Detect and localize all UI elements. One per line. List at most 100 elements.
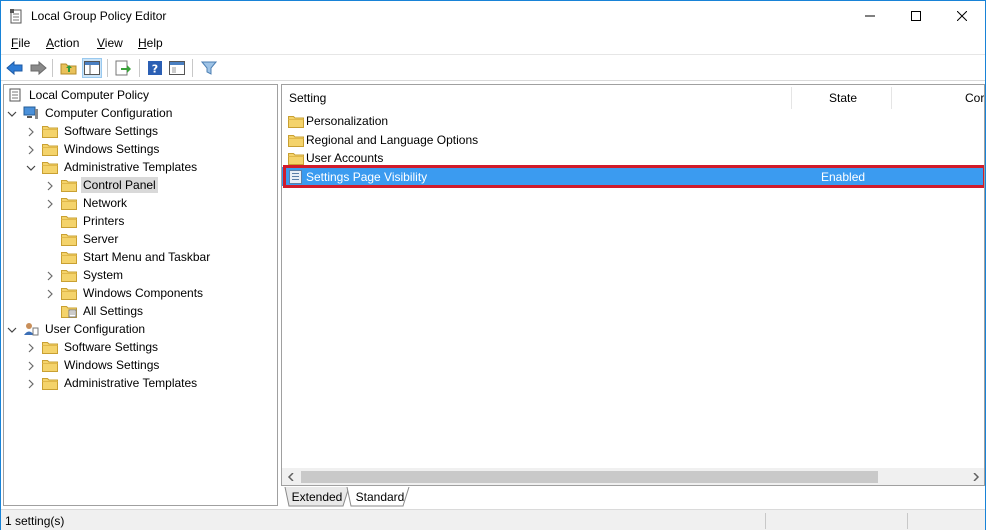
policy-setting-icon — [288, 169, 304, 184]
folder-icon — [288, 151, 304, 165]
tree-all-settings[interactable]: All Settings — [45, 302, 145, 320]
row-name: Settings Page Visibility — [306, 169, 428, 184]
chevron-right-icon[interactable] — [45, 270, 55, 281]
tree-cc-administrative-templates[interactable]: Administrative Templates — [26, 158, 199, 176]
folder-row[interactable]: Regional and Language Options — [282, 130, 782, 149]
tree-local-computer-policy[interactable]: Local Computer Policy — [7, 86, 151, 104]
tree-network[interactable]: Network — [45, 194, 129, 212]
maximize-icon — [911, 11, 921, 21]
toolbar-separator — [192, 59, 193, 77]
scrollbar-thumb[interactable] — [301, 471, 878, 483]
tree-uc-software-settings[interactable]: Software Settings — [26, 338, 160, 356]
minimize-button[interactable] — [847, 1, 893, 31]
tree-control-panel[interactable]: Control Panel — [45, 176, 158, 194]
scroll-left-arrow-icon[interactable] — [285, 471, 297, 483]
chevron-right-icon[interactable] — [26, 144, 36, 155]
help-icon: ? — [148, 61, 162, 76]
tree-item-label: User Configuration — [45, 322, 146, 336]
row-name: Personalization — [306, 113, 389, 128]
back-button[interactable] — [5, 58, 25, 78]
column-header-state[interactable]: State — [829, 85, 857, 111]
column-header-setting[interactable]: Setting — [289, 85, 326, 111]
folder-icon — [42, 358, 58, 372]
chevron-right-icon[interactable] — [26, 126, 36, 137]
horizontal-scrollbar[interactable] — [281, 468, 985, 486]
scroll-right-arrow-icon[interactable] — [970, 471, 982, 483]
folder-icon — [61, 214, 77, 228]
tree-uc-administrative-templates[interactable]: Administrative Templates — [26, 374, 199, 392]
status-separator — [907, 513, 908, 529]
folder-up-icon — [60, 63, 77, 75]
tree-start-menu-and-taskbar[interactable]: Start Menu and Taskbar — [45, 248, 212, 266]
menu-file[interactable]: File — [11, 36, 30, 50]
tab-standard[interactable]: Standard — [351, 487, 409, 507]
menu-help[interactable]: Help — [138, 36, 163, 50]
export-list-button[interactable] — [113, 58, 133, 78]
all-settings-icon — [61, 304, 77, 318]
forward-button[interactable] — [28, 58, 48, 78]
menu-action[interactable]: Action — [46, 36, 79, 50]
tab-extended[interactable]: Extended — [289, 487, 345, 507]
tree-cc-software-settings[interactable]: Software Settings — [26, 122, 160, 140]
chevron-down-icon[interactable] — [7, 324, 17, 334]
toolbar: ? — [1, 54, 985, 81]
folder-row[interactable]: Personalization — [282, 111, 782, 130]
column-header-comment[interactable]: Cor — [965, 85, 984, 111]
chevron-right-icon[interactable] — [45, 288, 55, 299]
show-hide-tree-button[interactable] — [82, 58, 102, 78]
tree-windows-components[interactable]: Windows Components — [45, 284, 205, 302]
status-text: 1 setting(s) — [5, 514, 65, 528]
help-button[interactable]: ? — [145, 58, 165, 78]
tree-system[interactable]: System — [45, 266, 125, 284]
tree-item-label: Administrative Templates — [64, 160, 198, 174]
column-divider[interactable] — [791, 87, 792, 109]
toolbar-separator — [107, 59, 108, 77]
tree-user-configuration[interactable]: User Configuration — [7, 320, 147, 338]
tree-item-label: Network — [83, 196, 128, 210]
folder-icon — [42, 340, 58, 354]
tree-server[interactable]: Server — [45, 230, 120, 248]
settings-list: Setting State Cor Personalization Regiona… — [281, 84, 985, 486]
tree-item-label: Control Panel — [81, 177, 158, 193]
folder-icon — [42, 142, 58, 156]
tree-printers[interactable]: Printers — [45, 212, 126, 230]
folder-icon — [61, 286, 77, 300]
row-name: User Accounts — [306, 150, 384, 165]
tree-cc-windows-settings[interactable]: Windows Settings — [26, 140, 161, 158]
title-bar[interactable]: Local Group Policy Editor — [1, 1, 985, 32]
properties-button[interactable] — [167, 58, 187, 78]
toolbar-separator — [139, 59, 140, 77]
status-bar: 1 setting(s) — [1, 509, 985, 530]
chevron-right-icon[interactable] — [45, 180, 55, 191]
chevron-down-icon[interactable] — [26, 162, 36, 172]
tree-uc-windows-settings[interactable]: Windows Settings — [26, 356, 161, 374]
folder-icon — [61, 232, 77, 246]
chevron-right-icon[interactable] — [26, 360, 36, 371]
folder-row[interactable]: User Accounts — [282, 148, 782, 167]
close-icon — [957, 11, 967, 21]
tree-item-label: Printers — [83, 214, 125, 228]
folder-icon — [42, 376, 58, 390]
filter-button[interactable] — [199, 58, 219, 78]
chevron-right-icon[interactable] — [26, 342, 36, 353]
forward-arrow-icon — [30, 60, 47, 76]
up-one-level-button[interactable] — [59, 58, 79, 78]
back-arrow-icon — [6, 60, 23, 76]
chevron-down-icon[interactable] — [7, 108, 17, 118]
folder-icon — [288, 114, 304, 128]
folder-icon — [61, 250, 77, 264]
tree-item-label: Start Menu and Taskbar — [83, 250, 211, 264]
column-divider[interactable] — [891, 87, 892, 109]
chevron-right-icon[interactable] — [26, 378, 36, 389]
toolbar-separator — [52, 59, 53, 77]
maximize-button[interactable] — [893, 1, 939, 31]
console-tree-icon — [84, 61, 100, 75]
tree-computer-configuration[interactable]: Computer Configuration — [7, 104, 174, 122]
close-button[interactable] — [939, 1, 985, 31]
menu-view[interactable]: View — [97, 36, 123, 50]
chevron-right-icon[interactable] — [45, 198, 55, 209]
status-separator — [765, 513, 766, 529]
setting-row[interactable]: Settings Page Visibility Enabled — [282, 167, 984, 186]
